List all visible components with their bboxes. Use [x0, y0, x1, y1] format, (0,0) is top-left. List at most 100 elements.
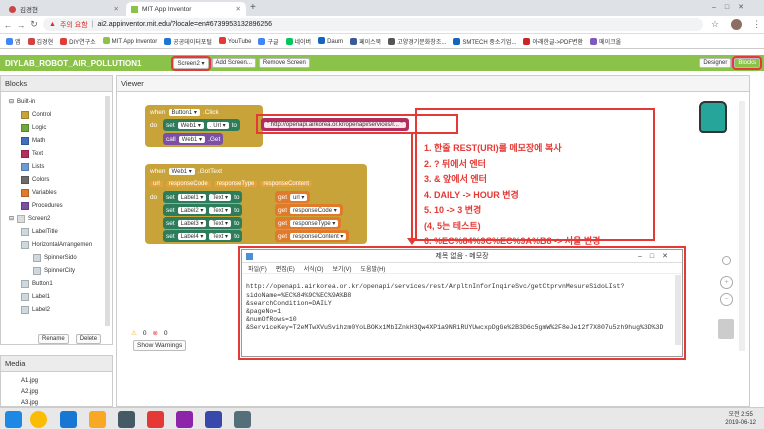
back-icon[interactable]: ← [3, 20, 13, 30]
component-dropdown[interactable]: Label4 ▾ [177, 232, 207, 240]
app2-icon[interactable] [147, 411, 164, 428]
tree-item[interactable]: Math [9, 134, 110, 147]
event-param[interactable]: responseType [213, 180, 258, 187]
tree-item[interactable]: Logic [9, 121, 110, 134]
app-icon[interactable] [118, 411, 135, 428]
component-dropdown[interactable]: Label1 ▾ [177, 193, 207, 201]
bookmark-item[interactable]: 아래한글->PDF변환 [523, 37, 583, 46]
tree-item[interactable]: Colors [9, 173, 110, 186]
tree-item[interactable]: Control [9, 108, 110, 121]
star-icon[interactable]: ☆ [711, 19, 719, 30]
forward-icon[interactable]: → [16, 20, 26, 30]
get-variable-block[interactable]: get responseType ▾ [275, 217, 342, 229]
window-controls[interactable]: –□✕ [712, 3, 753, 11]
app4-icon[interactable] [205, 411, 222, 428]
get-variable-block[interactable]: get url ▾ [275, 191, 311, 203]
call-get-block[interactable]: call Web1 ▾ .Get [163, 133, 224, 145]
media-item[interactable]: A2.jpg [21, 387, 112, 398]
set-url-block[interactable]: set Web1 ▾ . Url ▾ to [163, 119, 241, 131]
collapse-icon[interactable]: ⊟ [9, 215, 14, 222]
bookmark-item[interactable]: Daum [318, 37, 343, 45]
blocks-button[interactable]: Blocks [732, 56, 762, 70]
tree-item[interactable]: Label1 [9, 290, 110, 303]
zoom-out-icon[interactable]: − [720, 293, 733, 306]
trash-icon[interactable] [718, 319, 734, 339]
get-variable-block[interactable]: get responseContent ▾ [275, 230, 350, 242]
tree-item[interactable]: HorizontalArrangemen [9, 238, 110, 251]
bookmark-item[interactable]: SMTECH 중소기업... [453, 37, 516, 46]
url-field[interactable]: ▲ 주의 요함 | ai2.appinventor.mit.edu/?local… [43, 18, 703, 31]
bookmark-item[interactable]: DIY연구소 [60, 37, 96, 46]
bookmark-item[interactable]: 고양경기문화창조... [388, 37, 446, 46]
event-param[interactable]: responseCode [165, 180, 211, 187]
component-dropdown[interactable]: Web1 ▾ [178, 135, 206, 143]
tree-scrollbar[interactable] [105, 96, 110, 326]
property-dropdown[interactable]: Text ▾ [209, 219, 232, 227]
component-dropdown[interactable]: Web1 ▾ [168, 168, 195, 175]
tree-item[interactable]: Lists [9, 160, 110, 173]
set-label-text-block[interactable]: set Label4 ▾ Text ▾ to [163, 230, 243, 242]
show-warnings-button[interactable]: Show Warnings [133, 340, 187, 351]
variable-dropdown[interactable]: responseType ▾ [290, 219, 339, 227]
bookmark-item[interactable]: 페이스북 [350, 37, 381, 46]
tab-app-inventor[interactable]: MIT App Inventor ✕ [126, 2, 246, 16]
event-param[interactable]: responseContent [260, 180, 313, 187]
delete-button[interactable]: Delete [75, 334, 102, 344]
set-label-text-block[interactable]: set Label1 ▾ Text ▾ to [163, 191, 243, 203]
variable-dropdown[interactable]: responseCode ▾ [290, 206, 340, 214]
add-screen-button[interactable]: Add Screen... [211, 58, 256, 68]
close-icon[interactable]: ✕ [236, 5, 241, 13]
property-dropdown[interactable]: Text ▾ [209, 193, 232, 201]
windows-start-icon[interactable] [5, 411, 22, 428]
bookmark-item[interactable]: 공공데이터포털 [164, 37, 212, 46]
screen-dropdown[interactable]: Screen2 ▾ [171, 55, 211, 71]
get-variable-block[interactable]: get responseCode ▾ [275, 204, 343, 216]
variable-dropdown[interactable]: responseContent ▾ [290, 232, 347, 240]
app3-icon[interactable] [176, 411, 193, 428]
bookmark-item[interactable]: YouTube [218, 37, 251, 45]
component-dropdown[interactable]: Label2 ▾ [177, 206, 207, 214]
media-item[interactable]: A1.jpg [21, 376, 112, 387]
chrome-icon[interactable] [30, 411, 47, 428]
bookmark-item[interactable]: 앱 [6, 37, 21, 46]
bookmark-item[interactable]: 김경현 [27, 37, 53, 46]
menu-icon[interactable]: ⋮ [752, 19, 761, 30]
tree-item[interactable]: Procedures [9, 199, 110, 212]
property-dropdown[interactable]: Text ▾ [209, 232, 232, 240]
event-param[interactable]: url [150, 180, 163, 187]
close-icon[interactable]: ✕ [114, 5, 119, 13]
set-label-text-block[interactable]: set Label3 ▾ Text ▾ to [163, 217, 243, 229]
designer-button[interactable]: Designer [699, 58, 732, 68]
tree-item[interactable]: ⊟ Built-in [9, 95, 110, 108]
bookmark-item[interactable]: MIT App Inventor [102, 37, 157, 45]
set-label-text-block[interactable]: set Label2 ▾ Text ▾ to [163, 204, 243, 216]
tree-item[interactable]: SpinnerSido [9, 251, 110, 264]
bookmark-item[interactable]: 구글 [258, 37, 279, 46]
component-dropdown[interactable]: Button1 ▾ [168, 109, 200, 116]
tree-item[interactable]: Label2 [9, 303, 110, 316]
zoom-in-icon[interactable]: + [720, 276, 733, 289]
variable-dropdown[interactable]: url ▾ [290, 193, 308, 201]
app5-icon[interactable] [234, 411, 251, 428]
tree-item[interactable]: Button1 [9, 277, 110, 290]
collapse-icon[interactable]: ⊟ [9, 98, 14, 105]
backpack-icon[interactable] [699, 101, 727, 133]
tree-item[interactable]: Text [9, 147, 110, 160]
tree-item[interactable]: Variables [9, 186, 110, 199]
component-dropdown[interactable]: Label3 ▾ [177, 219, 207, 227]
remove-screen-button[interactable]: Remove Screen [258, 58, 310, 68]
component-dropdown[interactable]: Web1 ▾ [177, 121, 204, 129]
tab-kim[interactable]: 김경현 ✕ [4, 2, 124, 16]
folder-icon[interactable] [89, 411, 106, 428]
bookmark-item[interactable]: 네이버 [285, 37, 311, 46]
center-icon[interactable] [722, 256, 731, 265]
tree-item[interactable]: LabelTitle [9, 225, 110, 238]
ie-icon[interactable] [60, 411, 77, 428]
tree-item[interactable]: SpinnerCity [9, 264, 110, 277]
bookmark-item[interactable]: 메이크올 [590, 37, 621, 46]
avatar[interactable] [731, 19, 743, 30]
viewer-scrollbar[interactable] [739, 101, 745, 351]
tree-item[interactable]: ⊟ Screen2 [9, 212, 110, 225]
rename-button[interactable]: Rename [38, 334, 69, 344]
reload-icon[interactable]: ↻ [29, 19, 39, 30]
